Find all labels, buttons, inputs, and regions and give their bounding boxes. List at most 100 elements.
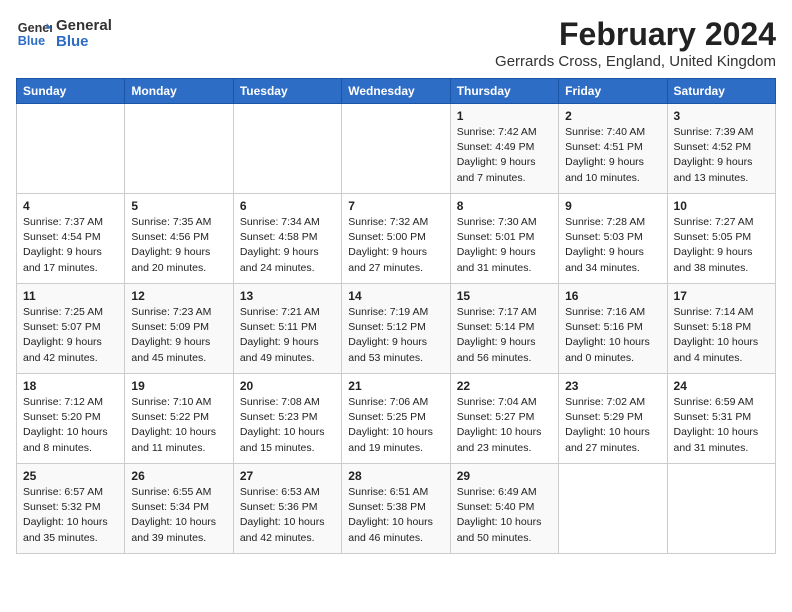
calendar-cell: 20 Sunrise: 7:08 AM Sunset: 5:23 PM Dayli…	[233, 374, 341, 464]
cell-info: Sunrise: 7:19 AM Sunset: 5:12 PM Dayligh…	[348, 305, 443, 366]
cell-info: Sunrise: 7:32 AM Sunset: 5:00 PM Dayligh…	[348, 215, 443, 276]
header-thursday: Thursday	[450, 79, 558, 104]
calendar-cell: 24 Sunrise: 6:59 AM Sunset: 5:31 PM Dayli…	[667, 374, 775, 464]
logo-blue: Blue	[56, 34, 112, 51]
date-number: 14	[348, 289, 443, 303]
date-number: 5	[131, 199, 226, 213]
date-number: 19	[131, 379, 226, 393]
header-wednesday: Wednesday	[342, 79, 450, 104]
date-number: 24	[674, 379, 769, 393]
cell-info: Sunrise: 7:02 AM Sunset: 5:29 PM Dayligh…	[565, 395, 660, 456]
cell-info: Sunrise: 7:27 AM Sunset: 5:05 PM Dayligh…	[674, 215, 769, 276]
week-row-0: 1 Sunrise: 7:42 AM Sunset: 4:49 PM Daylig…	[17, 104, 776, 194]
date-number: 15	[457, 289, 552, 303]
cell-info: Sunrise: 6:59 AM Sunset: 5:31 PM Dayligh…	[674, 395, 769, 456]
calendar-cell: 29 Sunrise: 6:49 AM Sunset: 5:40 PM Dayli…	[450, 464, 558, 554]
calendar-cell: 12Sunrise: 7:23 AM Sunset: 5:09 PM Dayli…	[125, 284, 233, 374]
cell-info: Sunrise: 7:04 AM Sunset: 5:27 PM Dayligh…	[457, 395, 552, 456]
header-friday: Friday	[559, 79, 667, 104]
calendar-cell: 15 Sunrise: 7:17 AM Sunset: 5:14 PM Dayli…	[450, 284, 558, 374]
logo-icon: General Blue	[16, 16, 52, 52]
calendar-cell: 25 Sunrise: 6:57 AM Sunset: 5:32 PM Dayli…	[17, 464, 125, 554]
cell-info: Sunrise: 6:49 AM Sunset: 5:40 PM Dayligh…	[457, 485, 552, 546]
calendar-body: 1 Sunrise: 7:42 AM Sunset: 4:49 PM Daylig…	[17, 104, 776, 554]
calendar-cell: 27 Sunrise: 6:53 AM Sunset: 5:36 PM Dayli…	[233, 464, 341, 554]
calendar-cell	[17, 104, 125, 194]
calendar-cell: 14 Sunrise: 7:19 AM Sunset: 5:12 PM Dayli…	[342, 284, 450, 374]
date-number: 9	[565, 199, 660, 213]
date-number: 6	[240, 199, 335, 213]
calendar-cell: 22 Sunrise: 7:04 AM Sunset: 5:27 PM Dayli…	[450, 374, 558, 464]
header-sunday: Sunday	[17, 79, 125, 104]
calendar-cell: 7Sunrise: 7:32 AM Sunset: 5:00 PM Daylig…	[342, 194, 450, 284]
cell-info: Sunrise: 7:30 AM Sunset: 5:01 PM Dayligh…	[457, 215, 552, 276]
cell-info: Sunrise: 7:12 AM Sunset: 5:20 PM Dayligh…	[23, 395, 118, 456]
date-number: 11	[23, 289, 118, 303]
date-number: 3	[674, 109, 769, 123]
date-number: 23	[565, 379, 660, 393]
calendar-cell: 16Sunrise: 7:16 AM Sunset: 5:16 PM Dayli…	[559, 284, 667, 374]
date-number: 29	[457, 469, 552, 483]
calendar-cell: 4 Sunrise: 7:37 AM Sunset: 4:54 PM Daylig…	[17, 194, 125, 284]
cell-info: Sunrise: 7:37 AM Sunset: 4:54 PM Dayligh…	[23, 215, 118, 276]
calendar-cell: 10 Sunrise: 7:27 AM Sunset: 5:05 PM Dayli…	[667, 194, 775, 284]
date-number: 28	[348, 469, 443, 483]
calendar-cell	[233, 104, 341, 194]
logo-general: General	[56, 18, 112, 35]
svg-text:Blue: Blue	[18, 34, 45, 48]
calendar-cell: 17Sunrise: 7:14 AM Sunset: 5:18 PM Dayli…	[667, 284, 775, 374]
calendar-cell: 21Sunrise: 7:06 AM Sunset: 5:25 PM Dayli…	[342, 374, 450, 464]
date-number: 13	[240, 289, 335, 303]
calendar-cell: 13 Sunrise: 7:21 AM Sunset: 5:11 PM Dayli…	[233, 284, 341, 374]
calendar-cell: 5 Sunrise: 7:35 AM Sunset: 4:56 PM Daylig…	[125, 194, 233, 284]
date-number: 4	[23, 199, 118, 213]
cell-info: Sunrise: 6:57 AM Sunset: 5:32 PM Dayligh…	[23, 485, 118, 546]
cell-info: Sunrise: 7:08 AM Sunset: 5:23 PM Dayligh…	[240, 395, 335, 456]
date-number: 26	[131, 469, 226, 483]
logo: General Blue General Blue	[16, 16, 112, 52]
title-area: February 2024 Gerrards Cross, England, U…	[495, 16, 776, 70]
cell-info: Sunrise: 7:06 AM Sunset: 5:25 PM Dayligh…	[348, 395, 443, 456]
date-number: 25	[23, 469, 118, 483]
cell-info: Sunrise: 7:39 AM Sunset: 4:52 PM Dayligh…	[674, 125, 769, 186]
date-number: 8	[457, 199, 552, 213]
cell-info: Sunrise: 7:42 AM Sunset: 4:49 PM Dayligh…	[457, 125, 552, 186]
cell-info: Sunrise: 6:53 AM Sunset: 5:36 PM Dayligh…	[240, 485, 335, 546]
calendar-cell	[125, 104, 233, 194]
cell-info: Sunrise: 7:25 AM Sunset: 5:07 PM Dayligh…	[23, 305, 118, 366]
calendar-table: SundayMondayTuesdayWednesdayThursdayFrid…	[16, 78, 776, 554]
calendar-cell: 1 Sunrise: 7:42 AM Sunset: 4:49 PM Daylig…	[450, 104, 558, 194]
calendar-cell: 11 Sunrise: 7:25 AM Sunset: 5:07 PM Dayli…	[17, 284, 125, 374]
cell-info: Sunrise: 7:23 AM Sunset: 5:09 PM Dayligh…	[131, 305, 226, 366]
cell-info: Sunrise: 7:10 AM Sunset: 5:22 PM Dayligh…	[131, 395, 226, 456]
date-number: 17	[674, 289, 769, 303]
cell-info: Sunrise: 7:16 AM Sunset: 5:16 PM Dayligh…	[565, 305, 660, 366]
date-number: 2	[565, 109, 660, 123]
cell-info: Sunrise: 7:17 AM Sunset: 5:14 PM Dayligh…	[457, 305, 552, 366]
week-row-2: 11 Sunrise: 7:25 AM Sunset: 5:07 PM Dayli…	[17, 284, 776, 374]
cell-info: Sunrise: 7:35 AM Sunset: 4:56 PM Dayligh…	[131, 215, 226, 276]
calendar-cell: 26 Sunrise: 6:55 AM Sunset: 5:34 PM Dayli…	[125, 464, 233, 554]
cell-info: Sunrise: 7:28 AM Sunset: 5:03 PM Dayligh…	[565, 215, 660, 276]
date-number: 10	[674, 199, 769, 213]
cell-info: Sunrise: 7:21 AM Sunset: 5:11 PM Dayligh…	[240, 305, 335, 366]
date-number: 18	[23, 379, 118, 393]
calendar-cell: 3 Sunrise: 7:39 AM Sunset: 4:52 PM Daylig…	[667, 104, 775, 194]
calendar-cell: 28Sunrise: 6:51 AM Sunset: 5:38 PM Dayli…	[342, 464, 450, 554]
calendar-cell: 23 Sunrise: 7:02 AM Sunset: 5:29 PM Dayli…	[559, 374, 667, 464]
location: Gerrards Cross, England, United Kingdom	[495, 53, 776, 70]
header-row: SundayMondayTuesdayWednesdayThursdayFrid…	[17, 79, 776, 104]
date-number: 22	[457, 379, 552, 393]
calendar-header: SundayMondayTuesdayWednesdayThursdayFrid…	[17, 79, 776, 104]
date-number: 20	[240, 379, 335, 393]
header-saturday: Saturday	[667, 79, 775, 104]
header: General Blue General Blue February 2024 …	[16, 16, 776, 70]
cell-info: Sunrise: 6:55 AM Sunset: 5:34 PM Dayligh…	[131, 485, 226, 546]
date-number: 1	[457, 109, 552, 123]
calendar-cell	[559, 464, 667, 554]
calendar-cell: 19 Sunrise: 7:10 AM Sunset: 5:22 PM Dayli…	[125, 374, 233, 464]
header-monday: Monday	[125, 79, 233, 104]
date-number: 27	[240, 469, 335, 483]
calendar-cell: 8 Sunrise: 7:30 AM Sunset: 5:01 PM Daylig…	[450, 194, 558, 284]
month-year: February 2024	[495, 16, 776, 53]
